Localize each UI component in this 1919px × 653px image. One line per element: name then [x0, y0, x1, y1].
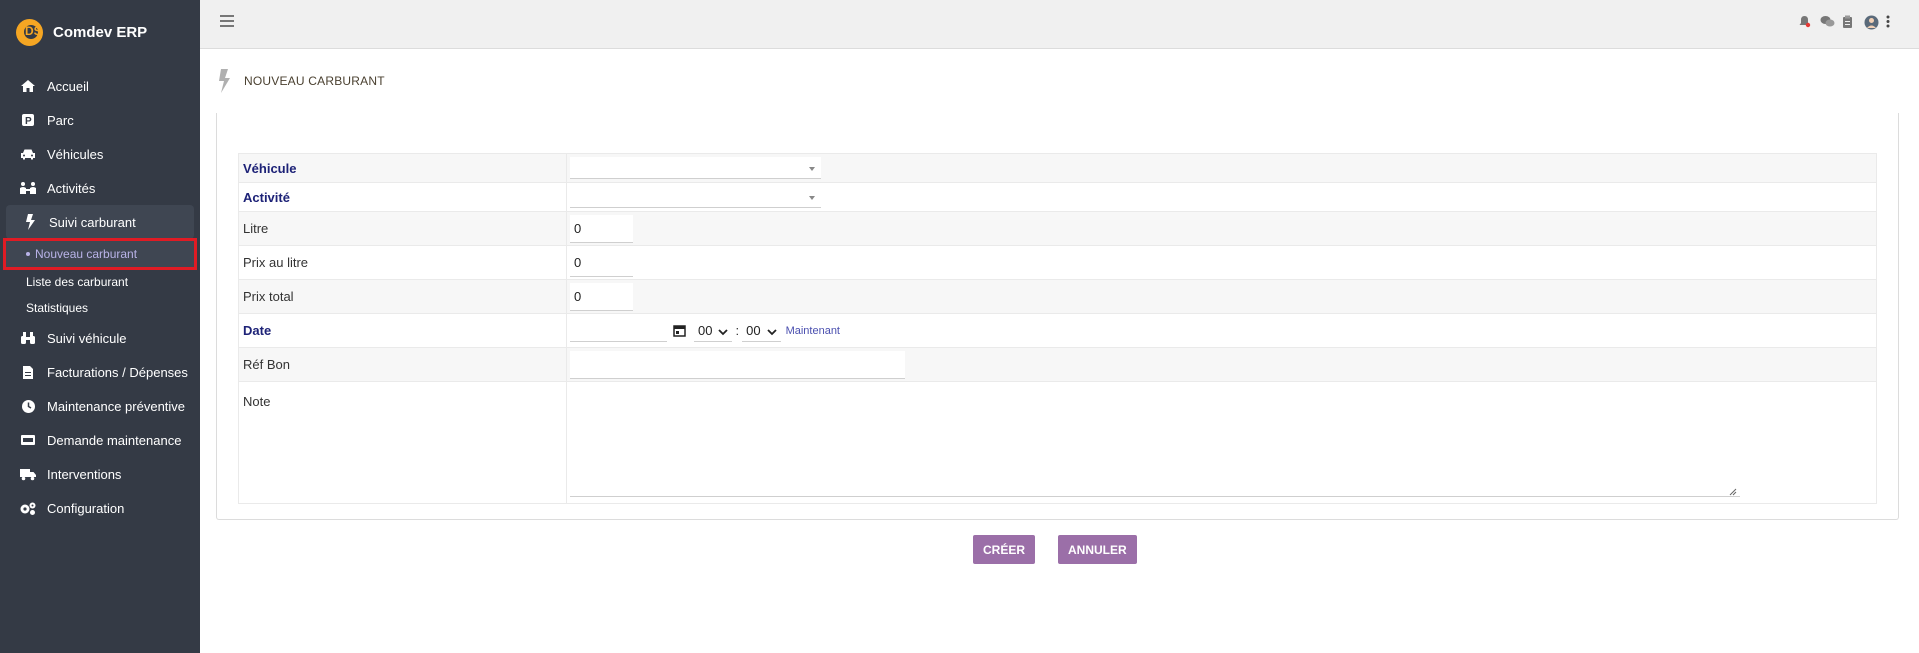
date-input[interactable]	[570, 319, 667, 342]
activite-label: Activité	[239, 183, 567, 211]
sidebar-item-maintenance-preventive[interactable]: Maintenance préventive	[0, 389, 200, 423]
carburant-form: Véhicule Activité Litre Prix au litre Pr…	[238, 153, 1877, 504]
ref-bon-input[interactable]	[570, 350, 905, 379]
hamburger-menu-icon[interactable]	[220, 15, 234, 27]
row-date: Date 00 : 00 Maintenant	[239, 314, 1876, 348]
note-label: Note	[239, 382, 567, 503]
ref-bon-label: Réf Bon	[239, 348, 567, 381]
row-activite: Activité	[239, 183, 1876, 212]
sidebar-item-suivi-carburant[interactable]: Suivi carburant	[6, 205, 194, 239]
vehicule-select[interactable]	[570, 157, 821, 179]
minute-value: 00	[746, 322, 761, 338]
home-icon	[18, 78, 38, 94]
row-litre: Litre	[239, 212, 1876, 246]
clipboard-icon[interactable]	[1842, 15, 1855, 28]
page-header: NOUVEAU CARBURANT	[216, 69, 385, 93]
sidebar-item-facturations[interactable]: Facturations / Dépenses	[0, 355, 200, 389]
sidebar-item-label: Facturations / Dépenses	[47, 364, 188, 380]
sidebar-subitem-label: Nouveau carburant	[35, 247, 138, 261]
sidebar-item-vehicules[interactable]: Véhicules	[0, 137, 200, 171]
chevron-down-icon	[766, 325, 777, 336]
app-name: Comdev ERP	[53, 23, 148, 41]
calendar-icon[interactable]	[673, 324, 686, 337]
brand[interactable]: DS Comdev ERP	[0, 0, 200, 64]
sidebar-item-interventions[interactable]: Interventions	[0, 457, 200, 491]
sidebar: DS Comdev ERP Accueil P Parc Véhicules A…	[0, 0, 200, 653]
row-prix-total: Prix total	[239, 280, 1876, 314]
sidebar-subitem-label: Statistiques	[26, 301, 89, 315]
sidebar-item-label: Suivi véhicule	[47, 330, 127, 346]
parking-icon: P	[18, 112, 38, 128]
hour-select[interactable]: 00	[694, 320, 733, 342]
row-vehicule: Véhicule	[239, 154, 1876, 183]
invoice-icon	[18, 364, 38, 380]
sidebar-item-accueil[interactable]: Accueil	[0, 69, 200, 103]
sidebar-item-parc[interactable]: P Parc	[0, 103, 200, 137]
vehicule-label: Véhicule	[239, 154, 567, 182]
create-button[interactable]: CRÉER	[973, 535, 1036, 564]
resize-handle-icon[interactable]	[1729, 485, 1737, 496]
prix-litre-label: Prix au litre	[239, 246, 567, 279]
sidebar-item-demande-maintenance[interactable]: Demande maintenance	[0, 423, 200, 457]
sidebar-item-label: Véhicules	[47, 146, 104, 162]
prix-litre-input[interactable]	[570, 248, 633, 277]
topbar-icons	[1798, 15, 1899, 30]
hour-value: 00	[698, 322, 713, 338]
bolt-icon	[20, 214, 40, 230]
brand-logo: DS	[16, 18, 43, 46]
clock-icon	[18, 398, 38, 414]
more-vertical-icon[interactable]	[1886, 15, 1899, 28]
bell-icon[interactable]	[1798, 15, 1811, 28]
sidebar-item-label: Suivi carburant	[49, 214, 136, 230]
row-ref-bon: Réf Bon	[239, 348, 1876, 382]
car-icon	[18, 146, 38, 162]
sidebar-item-label: Parc	[47, 112, 74, 128]
svg-text:P: P	[25, 116, 32, 127]
ticket-icon	[18, 432, 38, 448]
litre-input[interactable]	[570, 214, 633, 243]
sidebar-item-configuration[interactable]: Configuration	[0, 491, 200, 525]
sidebar-subitem-nouveau-carburant[interactable]: Nouveau carburant	[3, 238, 197, 270]
prix-total-input[interactable]	[570, 282, 633, 311]
sidebar-item-suivi-vehicule[interactable]: Suivi véhicule	[0, 321, 200, 355]
chevron-down-icon	[718, 325, 729, 336]
row-note: Note	[239, 382, 1876, 503]
main-content: NOUVEAU CARBURANT Véhicule Activité Litr…	[200, 49, 1919, 653]
gears-icon	[18, 500, 38, 516]
people-icon	[18, 180, 38, 196]
sidebar-nav: Accueil P Parc Véhicules Activités Suivi…	[0, 64, 200, 525]
activite-select[interactable]	[570, 186, 821, 208]
topbar	[200, 0, 1919, 49]
date-label: Date	[239, 314, 567, 347]
sidebar-item-label: Configuration	[47, 500, 125, 516]
avatar[interactable]	[1864, 15, 1879, 30]
sidebar-subitem-liste-carburant[interactable]: Liste des carburant	[0, 269, 200, 295]
litre-label: Litre	[239, 212, 567, 245]
prix-total-label: Prix total	[239, 280, 567, 313]
page-title: NOUVEAU CARBURANT	[244, 74, 385, 88]
active-dot	[26, 252, 30, 256]
logo-letters: DS	[25, 23, 42, 38]
sidebar-subitem-statistiques[interactable]: Statistiques	[0, 295, 200, 321]
truck-icon	[18, 466, 38, 482]
sidebar-item-label: Demande maintenance	[47, 432, 182, 448]
bolt-icon	[216, 69, 232, 93]
sidebar-item-label: Accueil	[47, 78, 89, 94]
now-link[interactable]: Maintenant	[786, 325, 840, 337]
row-prix-litre: Prix au litre	[239, 246, 1876, 280]
binoculars-icon	[18, 330, 38, 346]
cancel-button[interactable]: ANNULER	[1058, 535, 1137, 564]
sidebar-subitem-label: Liste des carburant	[26, 275, 129, 289]
form-card: Véhicule Activité Litre Prix au litre Pr…	[216, 113, 1899, 520]
sidebar-item-label: Interventions	[47, 466, 122, 482]
chat-icon[interactable]	[1820, 15, 1835, 28]
sidebar-item-activites[interactable]: Activités	[0, 171, 200, 205]
sidebar-item-label: Maintenance préventive	[47, 398, 186, 414]
note-textarea[interactable]	[570, 386, 1740, 497]
time-separator: :	[735, 323, 740, 338]
sidebar-item-label: Activités	[47, 180, 96, 196]
minute-select[interactable]: 00	[742, 320, 781, 342]
